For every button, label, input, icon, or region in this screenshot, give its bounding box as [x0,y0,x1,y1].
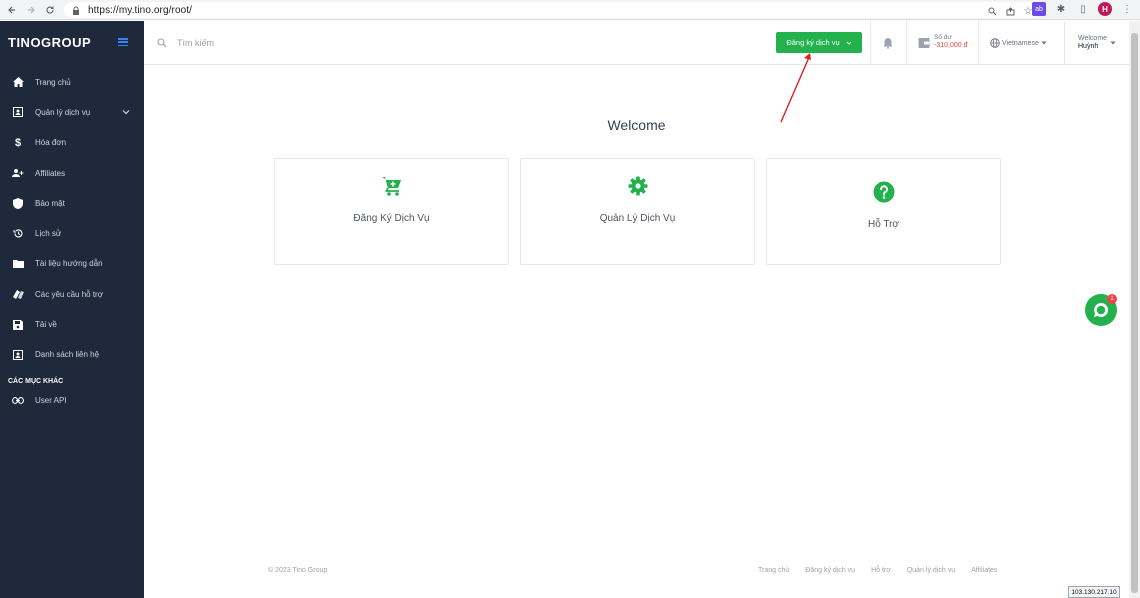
footer-link-home[interactable]: Trang chủ [758,567,789,574]
sidebar-item-label: Hóa đơn [35,138,67,148]
dollar-icon: $ [14,136,22,149]
chat-bubble-icon [1094,302,1109,317]
sidebar-item-danh-sach-lien-he[interactable]: Danh sách liên hệ [0,340,144,370]
user-plus-icon [12,167,24,179]
gear-icon [628,176,647,196]
ip-address-badge: 103.130.217.10 [1068,586,1120,598]
sidepanel-icon[interactable]: ▯ [1076,2,1090,16]
balance-label: Số dư [934,34,952,41]
chat-badge: 1 [1107,294,1117,304]
search-input[interactable] [177,35,377,51]
profile-avatar[interactable]: H [1098,2,1112,16]
footer-link-manage[interactable]: Quản lý dịch vụ [907,567,955,574]
sidebar-item-cac-yeu-cau-ho-tro[interactable]: Các yêu cầu hỗ trợ [0,279,144,309]
hamburger-menu-icon[interactable] [118,38,128,46]
sidebar-item-lich-su[interactable]: Lịch sử [0,218,144,248]
sidebar-item-label: Các yêu cầu hỗ trợ [35,289,103,299]
folder-icon [12,258,24,270]
page-scrollbar[interactable] [1129,21,1140,598]
cart-icon [381,177,401,196]
sidebar-item-label: Quản lý dịch vụ [35,107,91,117]
caret-down-icon [1041,41,1047,45]
browser-toolbar: https://my.tino.org/root/ ☆ ab ✱ ▯ H ⋮ [0,0,1140,20]
sidebar-item-quan-ly-dich-vu[interactable]: Quản lý dịch vụ [0,97,144,127]
divider [978,21,979,65]
card-label: Quản Lý Dịch Vụ [599,213,676,224]
wallet-icon [918,38,930,48]
scrollbar-thumb[interactable] [1131,33,1138,593]
divider [906,21,907,65]
sidebar-item-label: Affiliates [35,168,66,178]
chevron-down-icon [846,41,852,45]
language-selector[interactable]: Vietnamese [990,38,1047,48]
sidebar-item-label: Trang chủ [35,77,71,87]
contact-icon [12,349,24,361]
puzzle-icon[interactable]: ✱ [1054,2,1068,16]
user-welcome-label: Welcome [1078,35,1108,42]
sidebar-item-label: Tải về [35,320,57,330]
zoom-icon[interactable] [986,5,998,17]
footer-link-affiliates[interactable]: Affiliates [971,567,997,574]
divider [1064,21,1065,65]
register-service-label: Đăng ký dịch vụ [786,38,840,47]
search-icon [157,38,167,48]
sidebar-item-trang-chu[interactable]: Trang chủ [0,67,144,97]
sidebar-item-label: User API [35,396,67,406]
reload-icon[interactable] [43,3,57,17]
balance-value: -310,000 đ [934,42,968,49]
home-icon [12,76,24,88]
user-menu[interactable]: Welcome Huỳnh [1078,35,1107,51]
globe-icon [990,38,1000,48]
sidebar-item-label: Tài liệu hướng dẫn [35,259,103,269]
question-icon [873,181,894,203]
sidebar-item-label: Bảo mật [35,198,65,208]
language-label: Vietnamese [1002,39,1039,47]
user-name: Huỳnh [1078,43,1099,50]
card-register-service[interactable]: Đăng Ký Dịch Vụ [274,158,509,265]
sidebar-item-label: Lịch sử [35,229,62,239]
card-label: Đăng Ký Dịch Vụ [353,213,430,224]
bell-icon[interactable] [882,37,894,49]
footer-links: Trang chủ Đăng ký dịch vụ Hỗ trợ Quản lý… [758,567,997,574]
sidebar-item-bao-mat[interactable]: Bảo mật [0,188,144,218]
url-text: https://my.tino.org/root/ [88,4,193,16]
back-arrow-icon[interactable] [5,3,19,17]
sidebar-menu: Trang chủ Quản lý dịch vụ $ Hóa đơn Affi… [0,67,144,370]
annotation-arrow-icon [780,53,811,123]
sidebar-item-affiliates[interactable]: Affiliates [0,158,144,188]
save-icon [12,319,24,331]
card-support[interactable]: Hỗ Trợ [766,158,1001,265]
shield-icon [12,197,24,209]
sidebar-item-label: Danh sách liên hệ [35,350,100,360]
footer-link-register[interactable]: Đăng ký dịch vụ [805,567,855,574]
footer-copyright: © 2023 Tino Group [268,567,328,574]
address-bar[interactable]: https://my.tino.org/root/ ☆ [64,2,1040,18]
footer-link-support[interactable]: Hỗ trợ [871,567,891,574]
caret-down-icon[interactable] [1110,40,1116,46]
chevron-down-icon[interactable] [122,108,130,116]
sidebar-item-tai-lieu-huong-dan[interactable]: Tài liệu hướng dẫn [0,249,144,279]
sidebar: TINOGROUP Trang chủ Quản lý dịch vụ $ Hó… [0,21,144,598]
sidebar-item-tai-ve[interactable]: Tải về [0,309,144,339]
tickets-icon [12,288,24,300]
forward-arrow-icon[interactable] [24,3,38,17]
id-card-icon [12,106,24,118]
lock-icon [72,5,82,15]
sidebar-item-hoa-don[interactable]: $ Hóa đơn [0,128,144,158]
tinogroup-logo[interactable]: TINOGROUP [8,35,91,50]
page-title: Welcome [607,117,666,133]
link-icon [12,395,24,407]
sidebar-item-user-api[interactable]: User API [0,392,144,410]
topbar: Đăng ký dịch vụ Số dư -310,000 đ Vietnam… [144,21,1129,65]
history-icon [12,228,24,240]
extension-icon[interactable]: ab [1032,2,1046,16]
share-icon[interactable] [1004,5,1016,17]
card-label: Hỗ Trợ [867,219,899,230]
section-label-other: CÁC MỤC KHÁC [8,377,64,385]
card-manage-service[interactable]: Quản Lý Dịch Vụ [520,158,755,265]
divider [870,21,871,65]
more-menu-icon[interactable]: ⋮ [1120,2,1134,16]
